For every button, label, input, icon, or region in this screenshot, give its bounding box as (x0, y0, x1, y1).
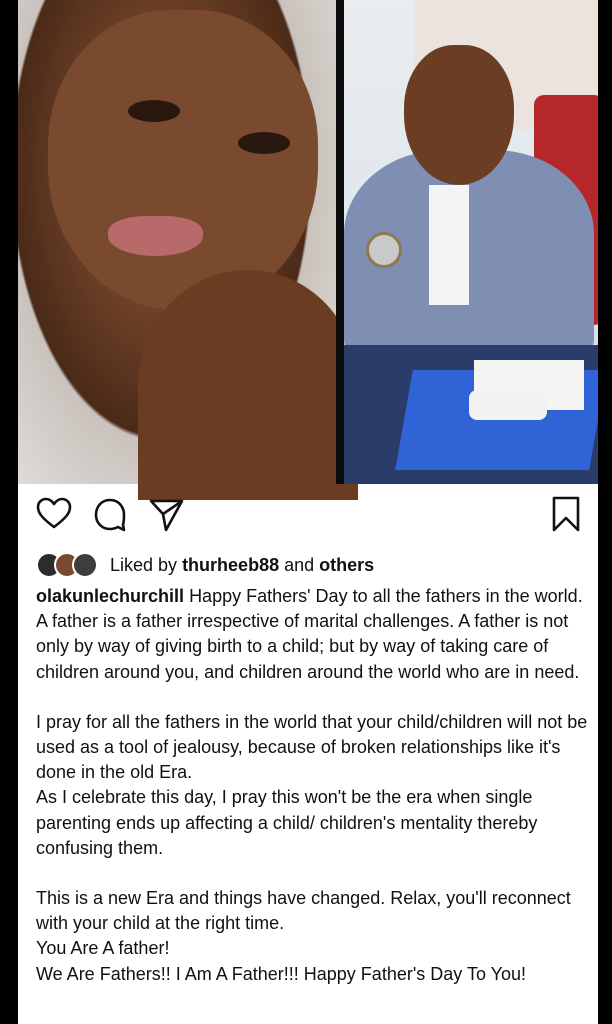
child-eye-right (238, 132, 290, 154)
photo-divider (336, 0, 344, 484)
caption-para-2: I pray for all the fathers in the world … (36, 711, 588, 783)
child-mouth (108, 216, 203, 256)
bookmark-icon[interactable] (546, 494, 586, 534)
liked-by-user-link[interactable]: thurheeb88 (182, 555, 279, 576)
caption-para-3: As I celebrate this day, I pray this won… (36, 787, 538, 858)
avatar (72, 552, 98, 578)
man-photo[interactable] (344, 0, 598, 484)
caption-line-6: We Are Fathers!! I Am A Father!!! Happy … (36, 963, 527, 984)
remote (469, 390, 547, 420)
likes-connector: and (284, 554, 315, 575)
post-caption: olakunlechurchill Happy Fathers' Day to … (36, 584, 592, 987)
caption-username[interactable]: olakunlechurchill (36, 586, 184, 606)
watch (366, 232, 402, 268)
man-head (404, 45, 514, 185)
likes-row: Liked by thurheeb88 and others (36, 550, 596, 580)
instagram-post: Liked by thurheeb88 and others olakunlec… (18, 0, 598, 1024)
likes-prefix: Liked by (110, 554, 178, 575)
liker-avatars[interactable] (36, 552, 98, 578)
likes-others-link[interactable]: others (319, 555, 374, 576)
shirt (429, 185, 469, 305)
child-photo[interactable] (18, 0, 358, 500)
child-eye-left (128, 100, 180, 122)
heart-icon[interactable] (34, 494, 74, 534)
caption-para-1: olakunlechurchill Happy Fathers' Day to … (36, 584, 592, 685)
comment-icon[interactable] (90, 494, 130, 534)
post-actions (18, 494, 598, 538)
send-icon[interactable] (146, 494, 186, 534)
child-face (48, 10, 318, 310)
post-photos[interactable] (18, 0, 598, 500)
child-shoulder (138, 270, 358, 500)
caption-line-5: You Are A father! (36, 938, 170, 959)
caption-para-4: This is a new Era and things have change… (36, 888, 571, 934)
